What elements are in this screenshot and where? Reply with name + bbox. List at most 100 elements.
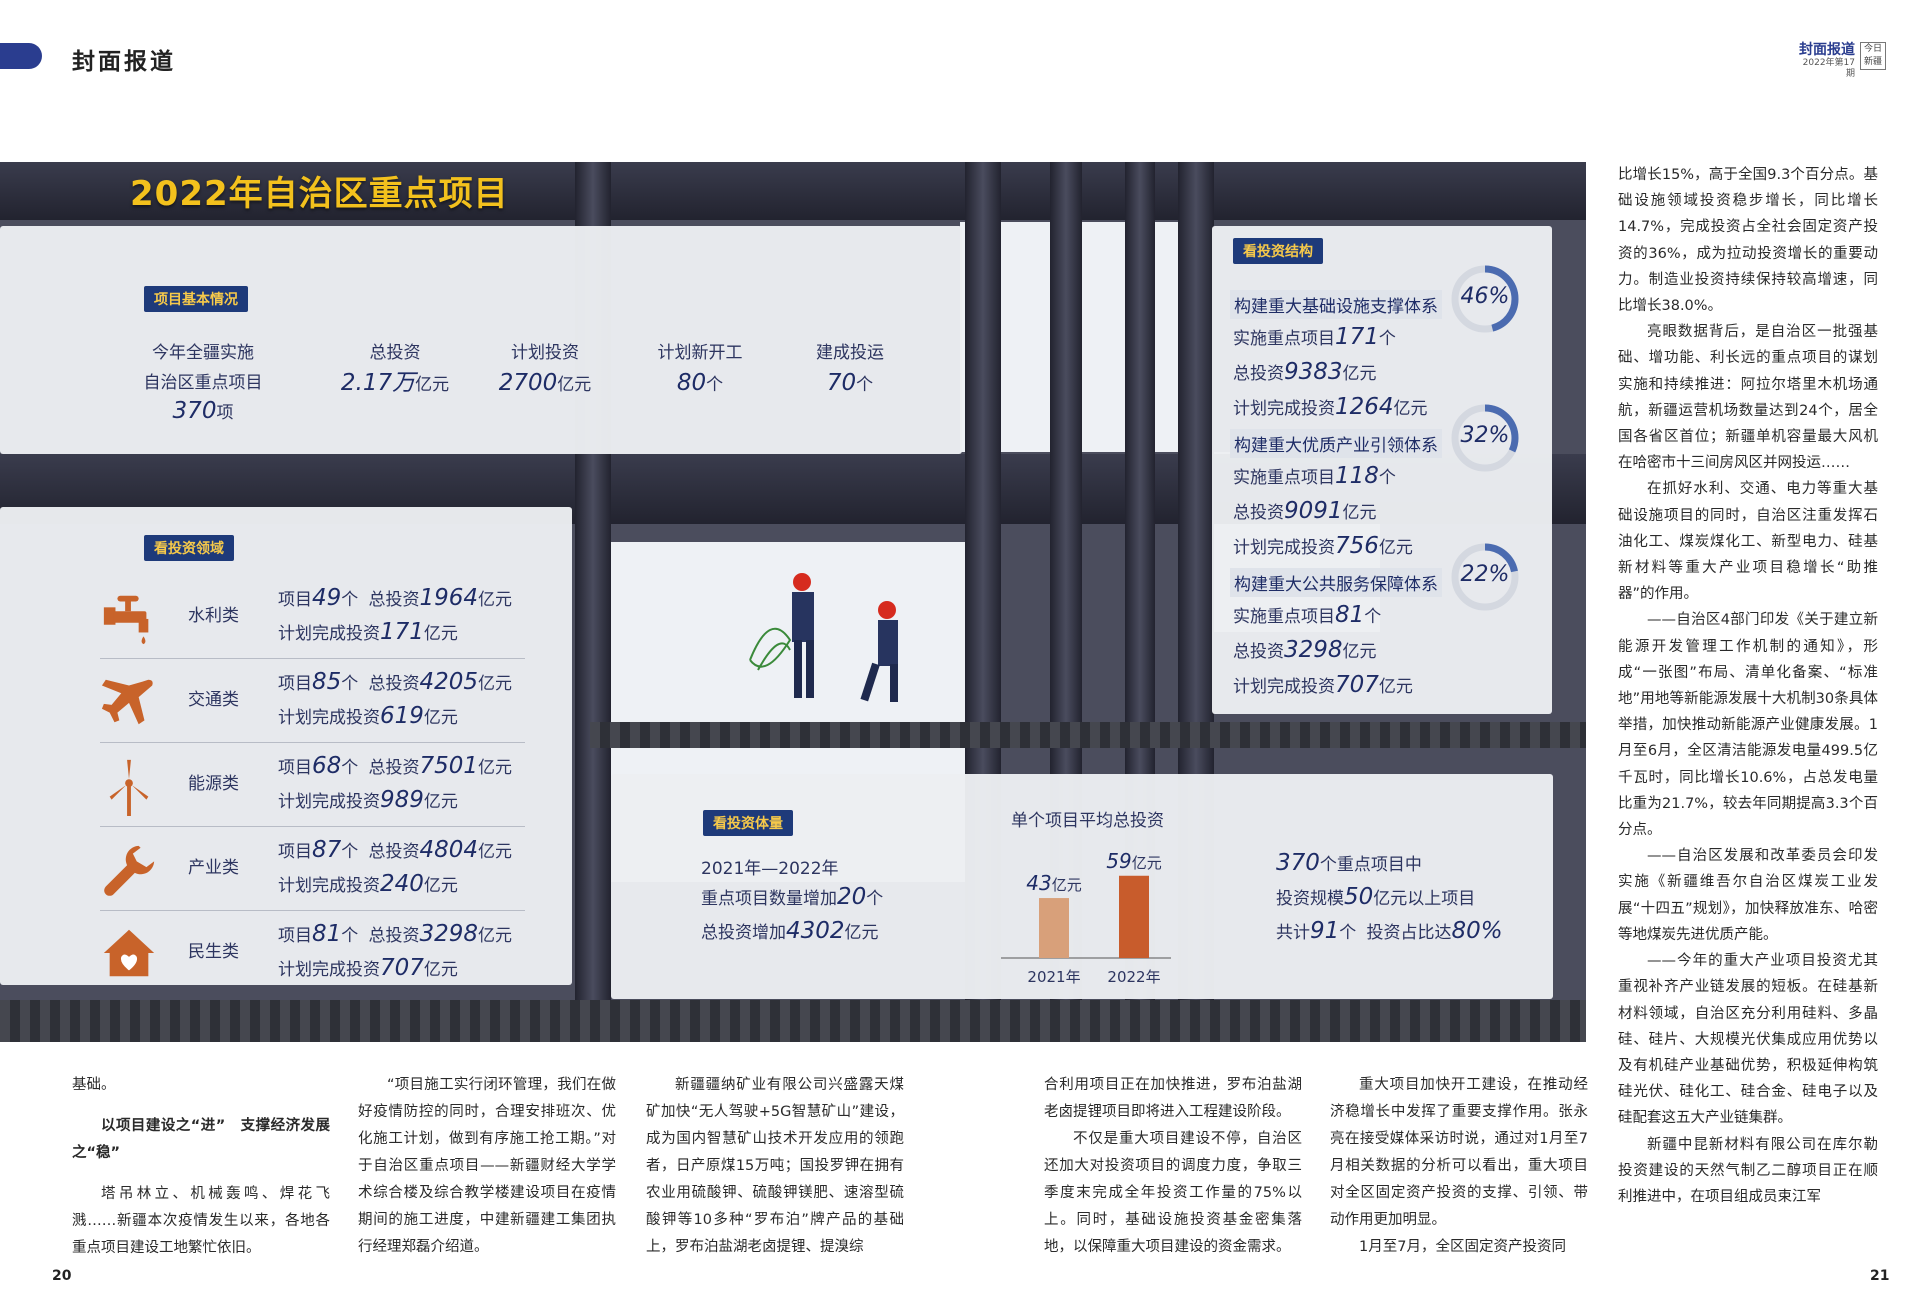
article-column-1: 基础。以项目建设之“进” 支撑经济发展之“稳” 塔吊林立、机械轰鸣、焊花飞溅……新…: [72, 1072, 330, 1262]
bar-category-label: 2021年: [1027, 968, 1080, 986]
paragraph: 1月至7月，全区固定资产投资同: [1359, 1239, 1566, 1255]
system-stat: 计划完成投资707亿元: [1233, 672, 1413, 698]
volume-note-3: 共计91个 投资占比达80%: [1276, 918, 1503, 944]
paragraph: 亮眼数据背后，是自治区一批强基础、增功能、利长远的重点项目的谋划实施和持续推进：…: [1618, 324, 1878, 472]
system-stat: 总投资9091亿元: [1233, 498, 1377, 524]
page-number-right: 21: [1870, 1268, 1890, 1284]
investment-volume-panel: 看投资体量 2021年—2022年 重点项目数量增加20个 总投资增加4302亿…: [611, 774, 1553, 999]
paragraph: ——自治区4部门印发《关于建立新能源开发管理工作机制的通知》，形成“一张图”布局…: [1618, 612, 1878, 839]
paragraph: 比增长15%，高于全国9.3个百分点。基础设施领域投资稳步增长，同比增长14.7…: [1618, 167, 1878, 315]
structure-tag: 看投资结构: [1233, 238, 1323, 264]
share-percent: 22%: [1460, 562, 1510, 587]
wrench-icon: [100, 841, 158, 897]
field-row: 产业类 项目87个 总投资4804亿元 计划完成投资240亿元: [100, 827, 525, 911]
volume-count-increase: 重点项目数量增加20个: [701, 884, 884, 910]
paragraph: 合利用项目正在加快推进，罗布泊盐湖老卤提锂项目即将进入工程建设阶段。: [1044, 1077, 1302, 1120]
system-title: 构建重大公共服务保障体系: [1230, 568, 1442, 597]
avg-investment-bar-chart: 43亿元 2021年 59亿元 2022年: [1001, 849, 1171, 986]
volume-note-2: 投资规模50亿元以上项目: [1276, 884, 1476, 910]
share-percent: 46%: [1460, 284, 1510, 309]
investment-field-panel: 看投资领域 水利类 项目49个 总投资1964亿元 计划完成投资171亿元 交通类 项目…: [0, 507, 572, 985]
paragraph: 重大项目加快开工建设，在推动经济稳增长中发挥了重要支撑作用。张永亮在接受媒体采访…: [1330, 1077, 1588, 1228]
field-planned: 计划完成投资707亿元: [278, 955, 458, 981]
field-planned: 计划完成投资989亿元: [278, 787, 458, 813]
infographic: 2022年自治区重点项目 项目基本情况 今年全疆实施 自治区重点项目 370项 …: [0, 162, 1586, 1042]
wind-turbine-icon: [100, 757, 158, 816]
section-title: 封面报道: [72, 48, 176, 75]
field-stats: 项目49个 总投资1964亿元: [278, 585, 512, 611]
paragraph: 塔吊林立、机械轰鸣、焊花飞溅……新疆本次疫情发生以来，各地各重点项目建设工地繁忙…: [72, 1186, 330, 1256]
faucet-icon: [100, 589, 158, 645]
paragraph: 基础。: [72, 1077, 116, 1093]
field-name: 产业类: [188, 858, 239, 878]
field-stats: 项目85个 总投资4205亿元: [278, 669, 512, 695]
field-stats: 项目81个 总投资3298亿元: [278, 921, 512, 947]
chart-title: 单个项目平均总投资: [1011, 811, 1164, 831]
field-name: 民生类: [188, 942, 239, 962]
airplane-icon: [100, 673, 158, 729]
volume-period: 2021年—2022年: [701, 859, 839, 879]
paragraph: 在抓好水利、交通、电力等重大基础设施项目的同时，自治区注重发挥石油化工、煤炭煤化…: [1618, 481, 1878, 603]
system-stat: 实施重点项目171个: [1233, 324, 1396, 350]
field-row: 民生类 项目81个 总投资3298亿元 计划完成投资707亿元: [100, 911, 525, 995]
system-stat: 总投资9383亿元: [1233, 359, 1377, 385]
article-column-5: 重大项目加快开工建设，在推动经济稳增长中发挥了重要支撑作用。张永亮在接受媒体采访…: [1330, 1072, 1588, 1261]
article-column-3: 新疆疆纳矿业有限公司兴盛露天煤矿加快“无人驾驶+5G智慧矿山”建设，成为国内智慧…: [646, 1072, 904, 1261]
article-column-4: 合利用项目正在加快推进，罗布泊盐湖老卤提锂项目即将进入工程建设阶段。不仅是重大项…: [1044, 1072, 1302, 1261]
article-column-2: “项目施工实行闭环管理，我们在做好疫情防控的同时，合理安排班次、优化施工计划，做…: [358, 1072, 616, 1261]
field-row: 能源类 项目68个 总投资7501亿元 计划完成投资989亿元: [100, 743, 525, 827]
basic-info-tag: 项目基本情况: [144, 286, 248, 312]
paragraph: ——今年的重大产业项目投资尤其重视补齐产业链发展的短板。在硅基新材料领域，自治区…: [1618, 953, 1878, 1127]
paragraph: 新疆中昆新材料有限公司在库尔勒投资建设的天然气制乙二醇项目正在顺利推进中，在项目…: [1618, 1136, 1878, 1205]
field-stats: 项目68个 总投资7501亿元: [278, 753, 512, 779]
stat-item: 计划投资 2700亿元: [498, 343, 592, 396]
system-stat: 计划完成投资756亿元: [1233, 533, 1413, 559]
paragraph: 不仅是重大项目建设不停，自治区还加大对投资项目的调度力度，争取三季度末完成全年投…: [1044, 1131, 1302, 1255]
bar-value-label: 59亿元: [1106, 849, 1161, 873]
bar-category-label: 2022年: [1107, 968, 1160, 986]
system-stat: 计划完成投资1264亿元: [1233, 394, 1428, 420]
field-planned: 计划完成投资171亿元: [278, 619, 458, 645]
basic-info-panel: 项目基本情况 今年全疆实施 自治区重点项目 370项 总投资 2.17万亿元 计划投…: [0, 226, 962, 454]
steel-deck: [0, 1000, 1586, 1042]
stat-item: 总投资 2.17万亿元: [340, 343, 450, 396]
field-planned: 计划完成投资240亿元: [278, 871, 458, 897]
workers-illustration: [749, 573, 898, 702]
paragraph: 新疆疆纳矿业有限公司兴盛露天煤矿加快“无人驾驶+5G智慧矿山”建设，成为国内智慧…: [646, 1077, 904, 1255]
infographic-title: 2022年自治区重点项目: [130, 174, 509, 214]
bar-value-label: 43亿元: [1026, 871, 1081, 895]
system-title: 构建重大基础设施支撑体系: [1230, 290, 1442, 319]
stat-projects: 今年全疆实施 自治区重点项目 370项: [143, 343, 263, 424]
system-stat: 总投资3298亿元: [1233, 637, 1377, 663]
field-tag: 看投资领域: [144, 535, 234, 561]
section-marker: [0, 43, 42, 69]
bar-2021年: [1039, 898, 1069, 958]
field-name: 水利类: [188, 606, 239, 626]
field-name: 交通类: [188, 690, 239, 710]
magazine-logo: 今日新疆: [1860, 42, 1886, 70]
system-stat: 实施重点项目81个: [1233, 602, 1382, 628]
paragraph: “项目施工实行闭环管理，我们在做好疫情防控的同时，合理安排班次、优化施工计划，做…: [358, 1077, 616, 1255]
field-name: 能源类: [188, 774, 239, 794]
field-planned: 计划完成投资619亿元: [278, 703, 458, 729]
volume-tag: 看投资体量: [703, 810, 793, 836]
volume-note-1: 370个重点项目中: [1276, 850, 1422, 876]
paragraph: 以项目建设之“进” 支撑经济发展之“稳”: [72, 1118, 330, 1161]
share-percent: 32%: [1460, 423, 1510, 448]
volume-invest-increase: 总投资增加4302亿元: [701, 918, 879, 944]
system-title: 构建重大优质产业引领体系: [1230, 429, 1442, 458]
issue-number: 2022年第17期: [1802, 58, 1855, 79]
system-stat: 实施重点项目118个: [1233, 463, 1396, 489]
house-icon: [100, 925, 158, 981]
field-row: 水利类 项目49个 总投资1964亿元 计划完成投资171亿元: [100, 575, 525, 659]
bar-2022年: [1119, 875, 1149, 958]
stat-item: 计划新开工 80个: [657, 343, 743, 396]
share-donut: 32%: [1450, 403, 1520, 473]
paragraph: ——自治区发展和改革委员会印发实施《新疆维吾尔自治区煤炭工业发展“十四五”规划》…: [1618, 848, 1878, 943]
brand-name: 封面报道: [1799, 42, 1855, 58]
share-donut: 22%: [1450, 542, 1520, 612]
article-column-6: 比增长15%，高于全国9.3个百分点。基础设施领域投资稳步增长，同比增长14.7…: [1618, 162, 1878, 1210]
stat-item: 建成投运 70个: [816, 343, 884, 396]
magazine-brand: 封面报道 2022年第17期: [1795, 42, 1855, 80]
field-stats: 项目87个 总投资4804亿元: [278, 837, 512, 863]
